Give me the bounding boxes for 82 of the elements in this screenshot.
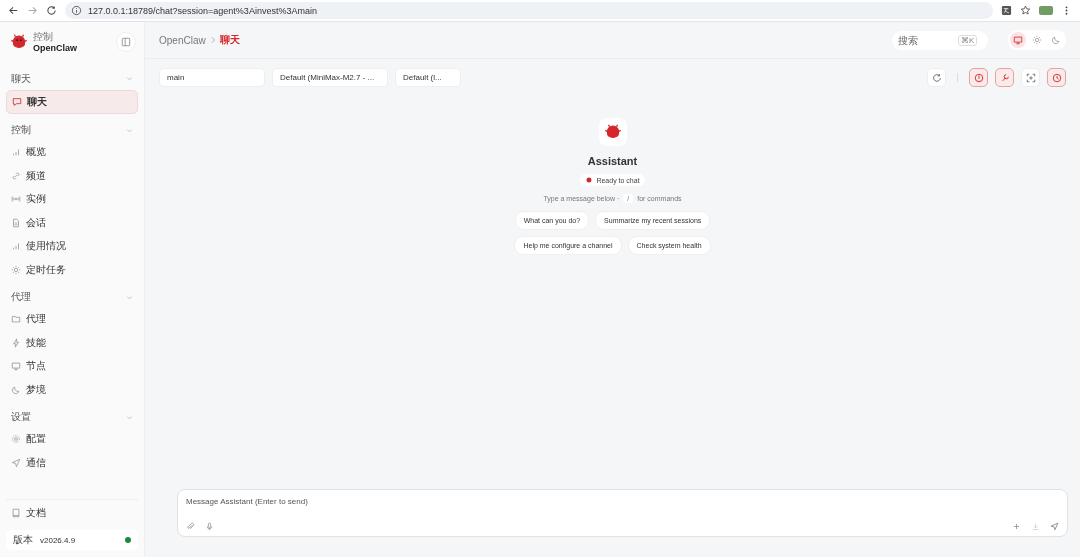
chevron-icon[interactable]: [126, 293, 133, 301]
radio-icon: [11, 194, 21, 204]
clock-icon: [1051, 72, 1062, 83]
section-title[interactable]: 设置: [11, 410, 31, 424]
toolbar-toggle[interactable]: [995, 68, 1014, 87]
bolt-icon: [11, 337, 21, 348]
link-icon: [11, 170, 21, 181]
search-input[interactable]: 搜索: [898, 34, 958, 46]
info-icon: [71, 5, 82, 16]
chevron-icon[interactable]: [126, 413, 133, 421]
crab-logo-icon: [10, 33, 28, 51]
theme-button[interactable]: [1010, 32, 1026, 48]
sidebar-item[interactable]: 技能: [6, 331, 138, 354]
section-title[interactable]: 聊天: [11, 71, 31, 86]
download-icon[interactable]: [1031, 522, 1040, 531]
extension-icon[interactable]: [1039, 6, 1053, 15]
version-number: v2026.4.9: [40, 535, 77, 545]
monitor-icon: [11, 361, 21, 371]
collapse-sidebar-button[interactable]: [116, 32, 136, 52]
send-icon: [11, 457, 21, 468]
sun-icon: [11, 264, 21, 275]
sidebar-toggle-icon: [121, 37, 131, 47]
book-icon: [11, 507, 21, 518]
send-icon[interactable]: [1050, 522, 1059, 531]
brand-name: OpenClaw: [33, 43, 78, 53]
breadcrumb-item[interactable]: OpenClaw: [159, 34, 206, 46]
dropdown[interactable]: main: [159, 68, 265, 87]
sidebar-item[interactable]: 代理: [6, 308, 138, 330]
sidebar-item[interactable]: 节点: [6, 355, 138, 377]
focus-icon: [1025, 72, 1036, 83]
section-title[interactable]: 代理: [11, 290, 31, 304]
chevron-icon[interactable]: [126, 75, 133, 82]
address-bar[interactable]: 127.0.0.1:18789/chat?session=agent%3Ainvest%3Amain: [65, 2, 993, 19]
message-input[interactable]: Message Assistant (Enter to send): [186, 495, 1059, 508]
plus-icon[interactable]: [1012, 522, 1021, 531]
chevron-right-icon: [209, 36, 216, 44]
reload-icon[interactable]: [46, 5, 57, 16]
wrench-icon: [999, 72, 1010, 83]
bars-icon: [11, 241, 21, 251]
sidebar-item[interactable]: 频道: [6, 164, 138, 187]
dropdown[interactable]: Default (MiniMax-M2.7 - ...: [272, 68, 388, 87]
sidebar-item[interactable]: 使用情况: [6, 235, 138, 257]
sun-icon: [1032, 35, 1042, 45]
sidebar-item[interactable]: 会话: [6, 211, 138, 234]
doc-icon: [11, 217, 21, 228]
monitor-icon: [1013, 35, 1023, 45]
search-field[interactable]: 搜索 ⌘K: [892, 30, 988, 50]
gear-icon: [11, 434, 21, 444]
breadcrumb-item: 聊天: [219, 33, 240, 47]
translate-icon[interactable]: [1001, 5, 1012, 16]
toolbar-toggle[interactable]: [1047, 68, 1066, 87]
refresh-icon: [931, 72, 942, 83]
sidebar-item[interactable]: 定时任务: [6, 258, 138, 281]
sidebar-item[interactable]: 实例: [6, 188, 138, 210]
chevron-icon[interactable]: [126, 126, 133, 134]
sidebar-item[interactable]: 梦境: [6, 378, 138, 401]
version-label: 版本: [13, 533, 33, 547]
moon-icon: [1051, 35, 1061, 45]
alert-icon: [973, 72, 984, 83]
brand-caption: 控制: [33, 31, 54, 43]
sidebar-item[interactable]: 文档: [6, 498, 138, 526]
chat-icon: [12, 96, 22, 107]
folder-icon: [11, 314, 21, 324]
refresh-button[interactable]: [927, 68, 946, 87]
assistant-avatar: [598, 118, 627, 146]
sidebar-item[interactable]: 概览: [6, 141, 138, 163]
back-icon[interactable]: [8, 5, 19, 16]
assistant-title: Assistant: [587, 155, 638, 167]
microphone-icon[interactable]: [205, 522, 214, 531]
message-composer[interactable]: Message Assistant (Enter to send): [177, 489, 1068, 537]
toolbar-toggle[interactable]: [969, 68, 988, 87]
forward-icon[interactable]: [27, 5, 38, 16]
bars-icon: [11, 147, 21, 157]
moon-icon: [11, 384, 21, 395]
dropdown[interactable]: Default (l...: [395, 68, 461, 87]
paperclip-icon[interactable]: [186, 522, 195, 531]
section-title[interactable]: 控制: [11, 123, 31, 137]
sidebar-item[interactable]: 通信: [6, 451, 138, 474]
star-icon[interactable]: [1020, 5, 1031, 16]
sidebar-item[interactable]: 配置: [6, 428, 138, 450]
shortcut-badge: ⌘K: [958, 34, 978, 46]
sidebar-item[interactable]: 聊天: [6, 89, 138, 114]
